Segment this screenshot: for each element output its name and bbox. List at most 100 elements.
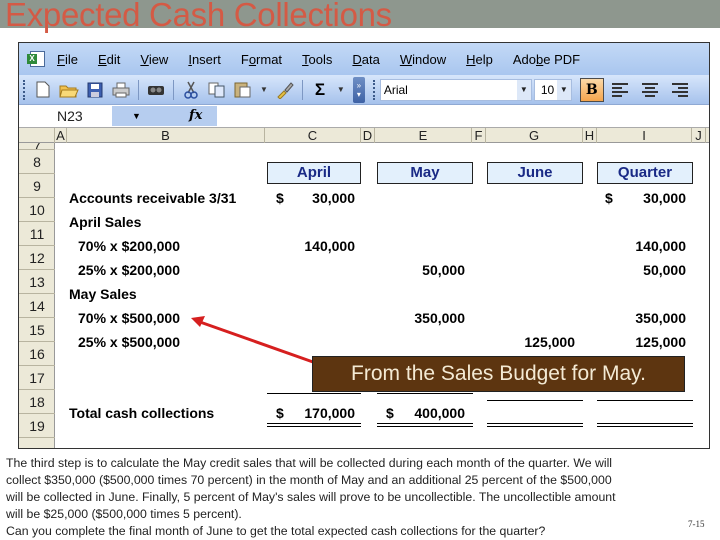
format-painter-icon[interactable] xyxy=(274,79,296,101)
row-header-17[interactable]: 17 xyxy=(19,366,55,390)
menu-adobe-pdf[interactable]: Adobe PDF xyxy=(513,52,580,67)
toolbar-grip[interactable] xyxy=(372,79,376,100)
print-icon[interactable] xyxy=(110,79,132,101)
row-header-13[interactable]: 13 xyxy=(19,270,55,294)
menu-edit[interactable]: Edit xyxy=(98,52,120,67)
label-may-sales[interactable]: May Sales xyxy=(69,286,137,302)
column-header-g[interactable]: G xyxy=(486,128,583,143)
column-header-c[interactable]: C xyxy=(265,128,361,143)
toolbar: ▼ Σ ▼ » ▾ Arial ▼ 10 ▼ B xyxy=(19,75,709,105)
cell-e12[interactable]: 50,000 xyxy=(375,262,465,278)
toolbar-separator xyxy=(301,79,303,100)
column-header-h[interactable]: H xyxy=(583,128,597,143)
row-header-14[interactable]: 14 xyxy=(19,294,55,318)
column-header-d[interactable]: D xyxy=(361,128,375,143)
row-header-18[interactable]: 18 xyxy=(19,390,55,414)
cell-i14[interactable]: 350,000 xyxy=(597,310,686,326)
cell-i12[interactable]: 50,000 xyxy=(597,262,686,278)
toolbar-options-chevron[interactable]: » ▾ xyxy=(352,76,365,103)
align-left-icon[interactable] xyxy=(611,81,632,99)
font-size-select[interactable]: 10 ▼ xyxy=(533,78,572,101)
label-may-70[interactable]: 70% x $500,000 xyxy=(78,310,180,326)
row-header-16[interactable]: 16 xyxy=(19,342,55,366)
total-double-line-c xyxy=(267,423,361,427)
align-right-icon[interactable] xyxy=(668,81,688,99)
column-header-i[interactable]: I xyxy=(597,128,692,143)
formula-input[interactable] xyxy=(217,105,709,126)
row-headers: 7 8 9 10 11 12 13 14 15 16 17 18 19 xyxy=(19,143,55,448)
header-quarter[interactable]: Quarter xyxy=(597,162,693,184)
cell-i15[interactable]: 125,000 xyxy=(597,334,686,350)
header-may[interactable]: May xyxy=(377,162,473,184)
column-header-j[interactable]: J xyxy=(692,128,706,143)
label-accounts-receivable[interactable]: Accounts receivable 3/31 xyxy=(69,190,236,206)
excel-icon[interactable]: X xyxy=(27,50,47,68)
row-header-7[interactable]: 7 xyxy=(19,143,55,150)
callout-box: From the Sales Budget for May. xyxy=(312,356,685,392)
chevron-down-icon[interactable]: ▼ xyxy=(516,79,531,100)
copy-icon[interactable] xyxy=(206,79,228,101)
menu-insert[interactable]: Insert xyxy=(188,52,221,67)
column-headers: A B C D E F G H I J xyxy=(19,127,709,143)
row-header-8[interactable]: 8 xyxy=(19,150,55,174)
column-header-f[interactable]: F xyxy=(472,128,486,143)
name-box[interactable]: N23 xyxy=(19,105,112,126)
menu-format[interactable]: Format xyxy=(241,52,282,67)
row-header-11[interactable]: 11 xyxy=(19,222,55,246)
cell-i11[interactable]: 140,000 xyxy=(597,238,686,254)
select-all-corner[interactable] xyxy=(19,128,55,143)
insert-function-icon[interactable]: fx xyxy=(187,105,217,126)
slide-title: Expected Cash Collections xyxy=(5,0,392,33)
autosum-dropdown[interactable]: ▼ xyxy=(337,85,345,94)
cell-g15[interactable]: 125,000 xyxy=(486,334,575,350)
label-april-25[interactable]: 25% x $200,000 xyxy=(78,262,180,278)
header-april[interactable]: April xyxy=(267,162,361,184)
research-icon[interactable] xyxy=(145,79,167,101)
align-center-icon[interactable] xyxy=(640,81,660,99)
cell-i9[interactable]: 30,000 xyxy=(597,190,686,206)
caption-line: will be collected in June. Finally, 5 pe… xyxy=(6,490,616,504)
label-april-sales[interactable]: April Sales xyxy=(69,214,141,230)
toolbar-grip[interactable] xyxy=(23,79,26,100)
row-header-12[interactable]: 12 xyxy=(19,246,55,270)
row-header-19[interactable]: 19 xyxy=(19,414,55,438)
column-header-a[interactable]: A xyxy=(55,128,67,143)
label-april-70[interactable]: 70% x $200,000 xyxy=(78,238,180,254)
label-total-cash-collections[interactable]: Total cash collections xyxy=(69,405,214,421)
toolbar-separator xyxy=(138,79,139,100)
bold-button[interactable]: B xyxy=(579,77,604,102)
cut-icon[interactable] xyxy=(180,79,202,101)
total-double-line-e xyxy=(377,423,473,427)
cell-c9[interactable]: 30,000 xyxy=(265,190,355,206)
subtotal-line-c xyxy=(267,393,361,394)
column-header-e[interactable]: E xyxy=(375,128,472,143)
caption-line: Can you complete the final month of June… xyxy=(6,524,546,538)
paste-icon[interactable] xyxy=(232,79,254,101)
open-icon[interactable] xyxy=(58,79,80,101)
row-header-10[interactable]: 10 xyxy=(19,198,55,222)
cell-e14[interactable]: 350,000 xyxy=(375,310,465,326)
name-box-dropdown[interactable]: ▼ xyxy=(112,105,187,126)
menu-file[interactable]: File xyxy=(57,52,78,67)
label-may-25[interactable]: 25% x $500,000 xyxy=(78,334,180,350)
save-icon[interactable] xyxy=(84,79,106,101)
slide-caption: The third step is to calculate the May c… xyxy=(6,455,706,540)
menu-view[interactable]: View xyxy=(140,52,168,67)
menu-data[interactable]: Data xyxy=(352,52,379,67)
cell-e18[interactable]: 400,000 xyxy=(375,405,465,421)
autosum-icon[interactable]: Σ xyxy=(309,79,331,101)
paste-options-dropdown[interactable]: ▼ xyxy=(260,85,268,94)
font-name-select[interactable]: Arial ▼ xyxy=(379,78,532,101)
column-header-b[interactable]: B xyxy=(67,128,265,143)
cell-c18[interactable]: 170,000 xyxy=(265,405,355,421)
menu-window[interactable]: Window xyxy=(400,52,446,67)
header-june[interactable]: June xyxy=(487,162,583,184)
new-icon[interactable] xyxy=(32,79,54,101)
cell-c11[interactable]: 140,000 xyxy=(265,238,355,254)
row-header-15[interactable]: 15 xyxy=(19,318,55,342)
total-double-line-i xyxy=(597,423,693,427)
chevron-down-icon[interactable]: ▼ xyxy=(556,79,571,100)
menu-tools[interactable]: Tools xyxy=(302,52,332,67)
row-header-9[interactable]: 9 xyxy=(19,174,55,198)
menu-help[interactable]: Help xyxy=(466,52,493,67)
